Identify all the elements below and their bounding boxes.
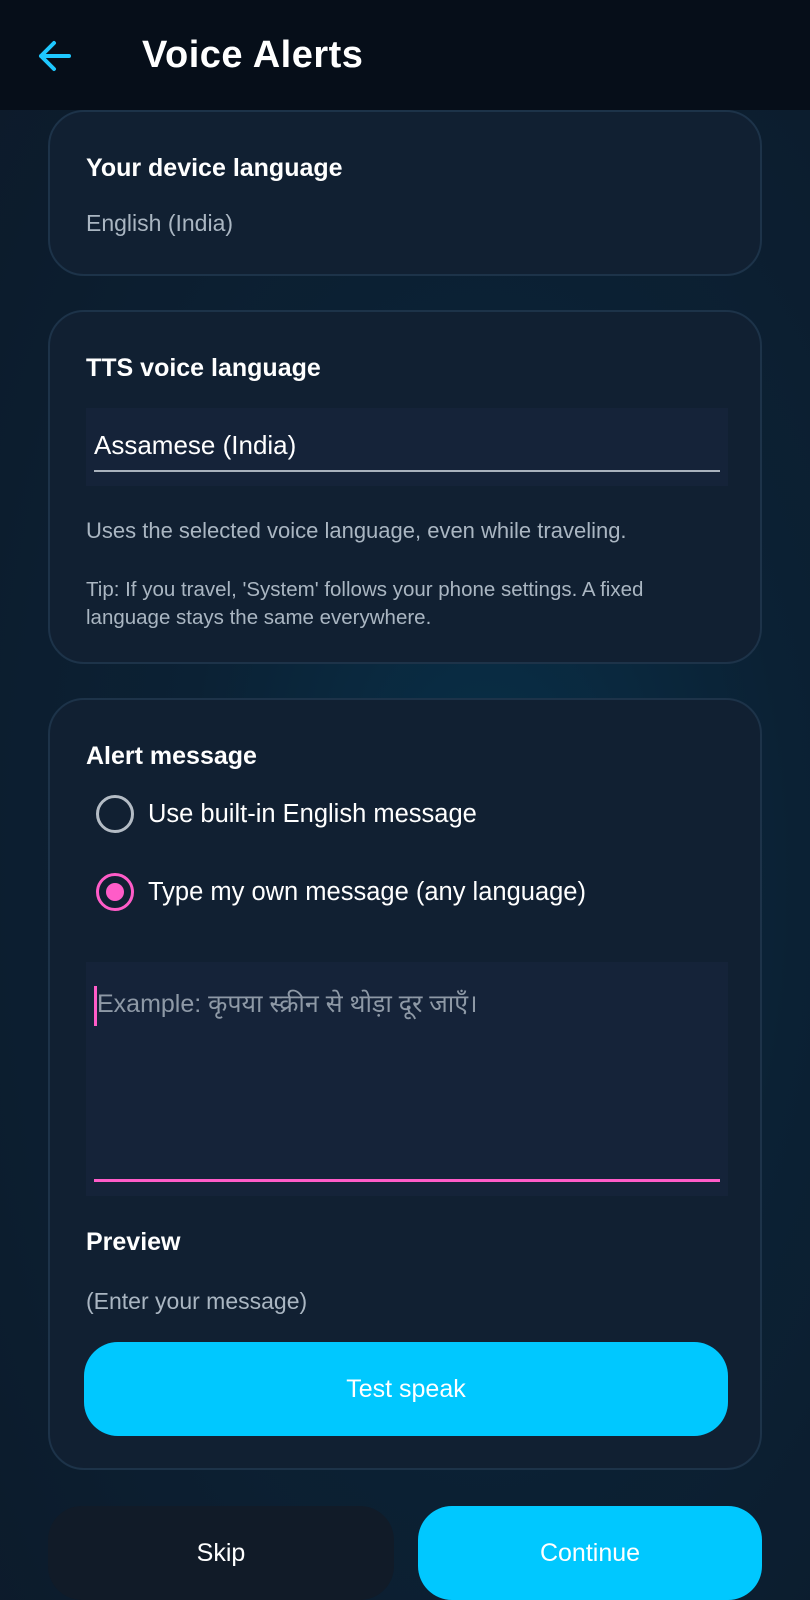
continue-button[interactable]: Continue (418, 1506, 762, 1600)
dropdown-underline (94, 470, 720, 472)
arrow-left-icon (39, 41, 71, 71)
device-language-value: English (India) (86, 210, 234, 236)
back-button[interactable] (30, 32, 78, 80)
radio-custom-label: Type my own message (any language) (148, 877, 586, 906)
custom-message-input[interactable]: Example: कृपया स्क्रीन से थोड़ा दूर जाएँ… (86, 962, 728, 1196)
input-underline (94, 1179, 720, 1182)
preview-title: Preview (86, 1228, 181, 1256)
tts-language-title: TTS voice language (86, 354, 321, 382)
app-bar: Voice Alerts (0, 0, 810, 110)
tts-language-card: TTS voice language Assamese (India) Uses… (48, 310, 762, 664)
test-speak-button[interactable]: Test speak (84, 1342, 728, 1436)
radio-selected-icon (96, 873, 134, 911)
skip-button[interactable]: Skip (48, 1506, 394, 1600)
alert-message-title: Alert message (86, 742, 257, 770)
tts-language-dropdown[interactable]: Assamese (India) (86, 408, 728, 486)
device-language-card: Your device language English (India) (48, 110, 762, 276)
page-title: Voice Alerts (142, 34, 364, 76)
radio-builtin-label: Use built-in English message (148, 799, 477, 828)
radio-builtin-message[interactable]: Use built-in English message (96, 786, 477, 842)
tts-language-help: Uses the selected voice language, even w… (86, 518, 627, 543)
tts-language-selected: Assamese (India) (94, 430, 297, 460)
alert-message-card: Alert message Use built-in English messa… (48, 698, 762, 1470)
custom-message-placeholder: Example: कृपया स्क्रीन से थोड़ा दूर जाएँ… (97, 990, 478, 1018)
preview-text: (Enter your message) (86, 1288, 308, 1314)
radio-custom-message[interactable]: Type my own message (any language) (96, 864, 586, 920)
device-language-title: Your device language (86, 154, 343, 182)
tts-language-tip: Tip: If you travel, 'System' follows you… (86, 578, 644, 629)
radio-unselected-icon (96, 795, 134, 833)
